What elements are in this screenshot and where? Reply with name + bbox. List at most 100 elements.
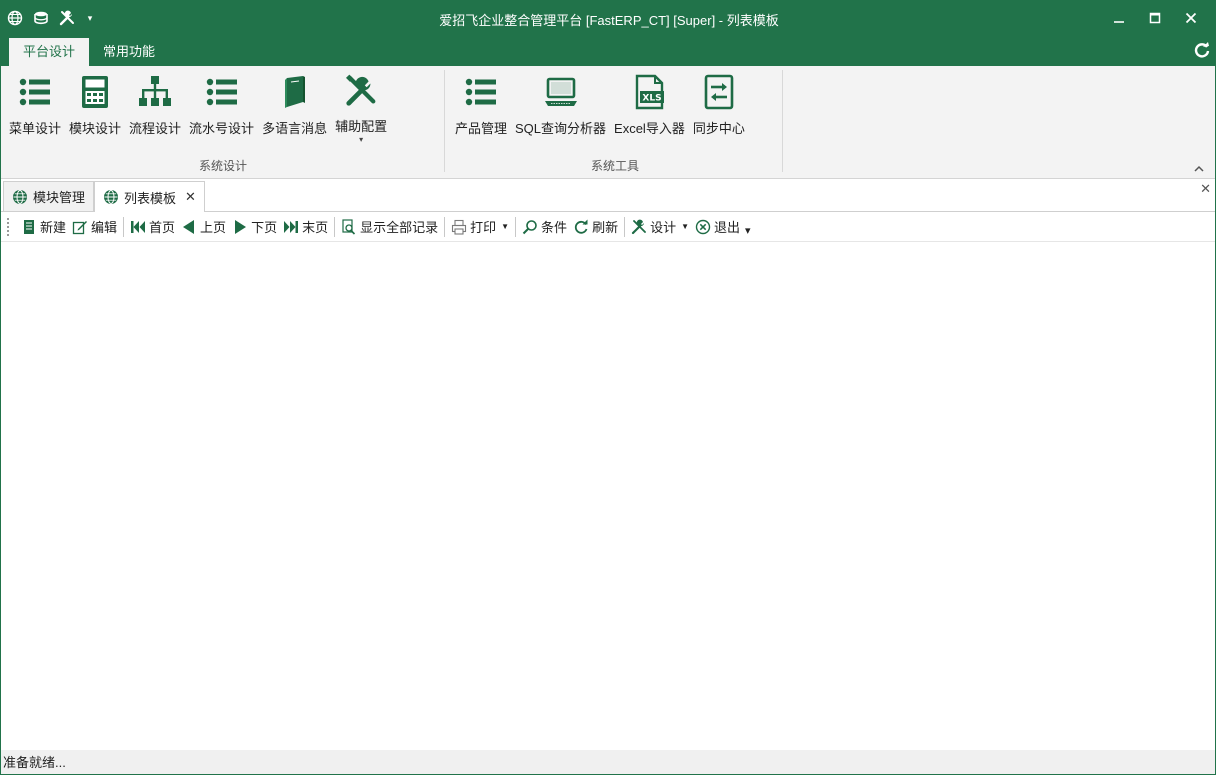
print-dropdown-icon[interactable]: ▼ xyxy=(501,222,509,231)
toolbar-grip[interactable] xyxy=(7,217,12,236)
close-all-tabs-icon[interactable]: ✕ xyxy=(1200,181,1211,197)
previous-page-icon xyxy=(183,219,195,234)
module-design-label: 模块设计 xyxy=(69,121,122,136)
serial-number-design-label: 流水号设计 xyxy=(189,121,255,136)
maximize-button[interactable] xyxy=(1137,4,1173,32)
next-page-button[interactable]: 下页 xyxy=(229,215,280,239)
previous-page-label: 上页 xyxy=(200,220,227,235)
auxiliary-config-dropdown-icon[interactable]: ▾ xyxy=(359,135,363,144)
ribbon-group-separator xyxy=(782,70,783,172)
doc-tab-module-management[interactable]: 模块管理 xyxy=(3,181,95,211)
new-button[interactable]: 新建 xyxy=(18,215,69,239)
org-chart-icon xyxy=(139,76,172,106)
minimize-button[interactable] xyxy=(1101,4,1137,32)
serial-number-design-button[interactable]: 流水号设计 xyxy=(185,66,258,144)
book-icon xyxy=(284,76,305,108)
menu-design-label: 菜单设计 xyxy=(9,121,62,136)
ribbon-tab-bar: 平台设计 常用功能 xyxy=(1,36,1216,66)
title-bar: ▾ 爱招飞企业整合管理平台 [FastERP_CT] [Super] - 列表模… xyxy=(1,0,1216,36)
flow-design-button[interactable]: 流程设计 xyxy=(125,66,185,144)
globe-icon xyxy=(104,190,118,204)
design-button[interactable]: 设计 ▼ xyxy=(628,215,692,239)
document-tab-bar: 模块管理 列表模板 ✕ ✕ xyxy=(1,179,1215,212)
ribbon-group-system-tools: 产品管理 SQL查询分析器 XLS Excel导入器 同步中心 系统工具 xyxy=(449,66,781,178)
first-page-label: 首页 xyxy=(149,220,176,235)
edit-button[interactable]: 编辑 xyxy=(69,215,120,239)
window-controls xyxy=(1101,4,1209,32)
next-page-icon xyxy=(235,219,247,234)
previous-page-button[interactable]: 上页 xyxy=(178,215,229,239)
refresh-button[interactable]: 刷新 xyxy=(570,215,621,239)
design-dropdown-icon[interactable]: ▼ xyxy=(681,222,689,231)
multilanguage-message-button[interactable]: 多语言消息 xyxy=(258,66,331,144)
tab-common-functions[interactable]: 常用功能 xyxy=(89,38,169,66)
toolbar-separator xyxy=(624,216,626,237)
ribbon-group-system-design: 菜单设计 模块设计 流程设计 流水号设计 多语言消息 辅助配置 ▾ 系统设计 xyxy=(3,66,443,178)
sql-query-analyzer-button[interactable]: SQL查询分析器 xyxy=(511,66,610,144)
print-label: 打印 xyxy=(470,220,497,235)
refresh-icon xyxy=(574,219,588,234)
menu-design-button[interactable]: 菜单设计 xyxy=(5,66,65,144)
search-icon xyxy=(522,219,537,234)
show-all-records-label: 显示全部记录 xyxy=(360,220,439,235)
globe-icon xyxy=(13,189,27,204)
exit-button[interactable]: 退出 xyxy=(692,215,743,239)
list-content-area[interactable] xyxy=(1,242,1215,750)
list-icon xyxy=(465,78,496,106)
last-page-icon xyxy=(284,220,299,233)
close-window-button[interactable] xyxy=(1173,4,1209,32)
show-all-records-button[interactable]: 显示全部记录 xyxy=(338,215,441,239)
sync-center-label: 同步中心 xyxy=(692,121,745,136)
doc-tab-list-template[interactable]: 列表模板 ✕ xyxy=(94,181,205,212)
excel-importer-button[interactable]: XLS Excel导入器 xyxy=(610,66,689,144)
new-document-icon xyxy=(24,219,34,234)
last-page-button[interactable]: 末页 xyxy=(280,215,331,239)
toolbar-separator xyxy=(515,216,517,237)
ribbon-body: 菜单设计 模块设计 流程设计 流水号设计 多语言消息 辅助配置 ▾ 系统设计 产… xyxy=(1,66,1215,179)
document-search-icon xyxy=(342,218,356,235)
collapse-ribbon-icon[interactable] xyxy=(1193,162,1205,172)
tools-icon xyxy=(346,74,376,106)
filter-conditions-button[interactable]: 条件 xyxy=(519,215,570,239)
refresh-ribbon-icon[interactable] xyxy=(1193,41,1211,59)
product-management-button[interactable]: 产品管理 xyxy=(451,66,511,144)
sql-query-analyzer-label: SQL查询分析器 xyxy=(515,121,607,136)
flow-design-label: 流程设计 xyxy=(129,121,182,136)
excel-importer-label: Excel导入器 xyxy=(614,121,685,136)
svg-text:XLS: XLS xyxy=(643,94,662,104)
first-page-button[interactable]: 首页 xyxy=(127,215,178,239)
sync-center-button[interactable]: 同步中心 xyxy=(689,66,749,144)
group-name-system-design: 系统设计 xyxy=(198,159,247,173)
auxiliary-config-button[interactable]: 辅助配置 ▾ xyxy=(331,66,391,144)
design-label: 设计 xyxy=(650,220,677,235)
last-page-label: 末页 xyxy=(302,220,329,235)
edit-label: 编辑 xyxy=(91,220,118,235)
auxiliary-config-label: 辅助配置 xyxy=(335,119,388,134)
refresh-label: 刷新 xyxy=(592,220,619,235)
list-icon xyxy=(206,78,237,106)
next-page-label: 下页 xyxy=(251,220,278,235)
printer-icon xyxy=(452,219,467,235)
tools-icon xyxy=(631,219,646,234)
close-tab-icon[interactable]: ✕ xyxy=(185,189,196,205)
status-bar: 准备就绪... xyxy=(1,750,1215,774)
toolbar-overflow-icon[interactable]: ▾ xyxy=(745,224,751,237)
list-toolbar: 新建 编辑 首页 上页 下页 末页 显示全部记录 打印 ▼ 条件 刷新 设计 ▼… xyxy=(1,212,1215,242)
edit-icon xyxy=(72,220,88,234)
multilanguage-message-label: 多语言消息 xyxy=(262,121,328,136)
status-text: 准备就绪... xyxy=(3,755,66,770)
print-button[interactable]: 打印 ▼ xyxy=(448,215,512,239)
module-design-button[interactable]: 模块设计 xyxy=(65,66,125,144)
doc-tab-label: 列表模板 xyxy=(124,190,177,206)
tab-platform-design[interactable]: 平台设计 xyxy=(9,38,90,66)
doc-tab-label: 模块管理 xyxy=(33,190,86,205)
list-icon xyxy=(19,78,50,106)
ribbon-group-separator xyxy=(444,70,445,172)
xls-icon: XLS xyxy=(636,74,665,110)
exit-icon xyxy=(695,219,711,234)
new-label: 新建 xyxy=(40,220,67,235)
laptop-icon xyxy=(544,77,577,106)
sync-icon xyxy=(704,74,734,110)
group-name-system-tools: 系统工具 xyxy=(590,159,639,173)
product-management-label: 产品管理 xyxy=(455,121,508,136)
